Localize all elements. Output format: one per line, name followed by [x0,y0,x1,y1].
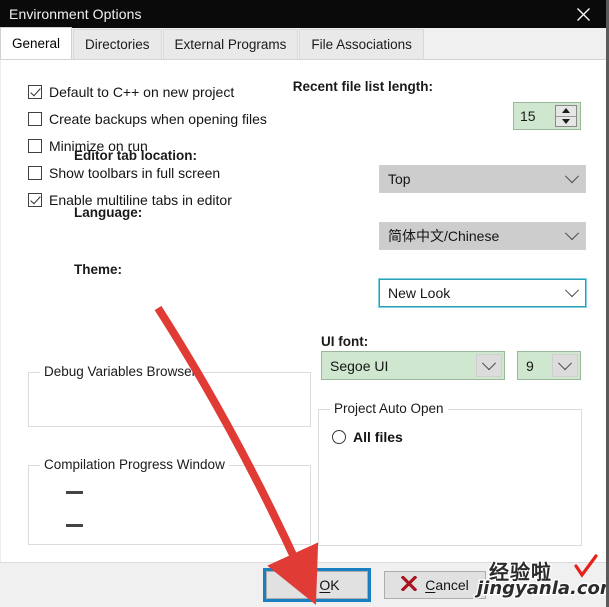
tab-directories-label: Directories [85,37,150,52]
theme-label: Theme: [74,262,123,277]
general-tab-panel: Default to C++ on new project Create bac… [0,60,606,562]
ok-button-label-rest: K [330,577,340,593]
recent-file-list-label: Recent file list length: [292,79,433,94]
ui-font-family-value: Segoe UI [330,357,389,374]
checkbox-show-toolbars-label: Show toolbars in full screen [49,165,221,181]
ok-button[interactable]: OK [263,568,371,602]
checkbox-default-to-cpp[interactable]: Default to C++ on new project [28,85,234,99]
chevron-down-icon[interactable] [476,354,502,377]
group-compilation-progress-window-title: Compilation Progress Window [40,457,229,472]
cancel-button-label-rest: ancel [435,577,469,593]
tab-directories[interactable]: Directories [73,29,162,59]
tab-external-programs[interactable]: External Programs [162,29,299,59]
theme-combo[interactable]: New Look [379,279,586,307]
dialog-button-bar: OK Cancel [0,562,606,607]
tab-external-programs-label: External Programs [174,37,287,52]
checkbox-show-toolbars[interactable]: Show toolbars in full screen [28,166,220,180]
tab-file-associations[interactable]: File Associations [299,29,424,59]
editor-tab-location-value: Top [388,171,411,187]
radio-all-files-circle[interactable] [332,430,346,444]
ui-font-label: UI font: [321,334,369,349]
language-combo[interactable]: 简体中文/Chinese [379,222,586,250]
window-title: Environment Options [9,6,142,22]
editor-tab-location-label: Editor tab location: [74,148,197,163]
language-value: 简体中文/Chinese [388,228,500,244]
triangle-up-icon[interactable] [556,106,576,117]
checkbox-multiline-tabs-box[interactable] [28,193,42,207]
compilation-progress-item-1 [66,491,83,494]
group-compilation-progress-window: Compilation Progress Window [28,457,311,545]
chevron-down-icon[interactable] [559,283,585,298]
red-x-icon [400,575,418,594]
chevron-down-icon[interactable] [552,354,578,377]
checkbox-create-backups[interactable]: Create backups when opening files [28,112,267,126]
checkbox-default-to-cpp-box[interactable] [28,85,42,99]
compilation-progress-item-2 [66,524,83,527]
group-debug-variables-browser: Debug Variables Browser [28,364,311,427]
chevron-down-icon[interactable] [559,226,585,241]
group-debug-variables-browser-title: Debug Variables Browser [40,364,201,379]
ui-font-size-combo[interactable]: 9 [517,351,581,380]
cancel-button[interactable]: Cancel [384,571,486,599]
ok-button-label: OK [319,577,340,593]
chevron-down-icon[interactable] [559,169,585,184]
tab-general-label: General [12,36,61,51]
green-check-icon [293,575,312,594]
ui-font-family-combo[interactable]: Segoe UI [321,351,505,380]
titlebar: Environment Options [0,0,606,28]
checkbox-create-backups-label: Create backups when opening files [49,111,267,127]
environment-options-dialog: Environment Options General Directories … [0,0,609,607]
language-label: Language: [74,205,143,220]
ui-font-size-value: 9 [526,357,534,374]
radio-all-files-label: All files [353,429,403,445]
triangle-down-icon[interactable] [556,117,576,127]
editor-tab-location-combo[interactable]: Top [379,165,586,193]
checkbox-create-backups-box[interactable] [28,112,42,126]
close-icon[interactable] [560,0,606,28]
checkbox-minimize-on-run-box[interactable] [28,139,42,153]
theme-value: New Look [388,285,451,301]
radio-all-files[interactable]: All files [332,429,403,445]
checkbox-show-toolbars-box[interactable] [28,166,42,180]
recent-file-list-spinner[interactable]: 15 [513,102,581,130]
tab-strip: General Directories External Programs Fi… [0,27,606,60]
tab-file-associations-label: File Associations [311,37,412,52]
group-project-auto-open-title: Project Auto Open [330,401,448,416]
cancel-button-label: Cancel [425,577,469,593]
tab-general[interactable]: General [0,27,73,59]
recent-file-list-stepper[interactable] [555,105,577,127]
checkbox-default-to-cpp-label: Default to C++ on new project [49,84,235,100]
recent-file-list-value[interactable]: 15 [514,103,555,129]
group-project-auto-open: Project Auto Open All files [318,401,582,546]
